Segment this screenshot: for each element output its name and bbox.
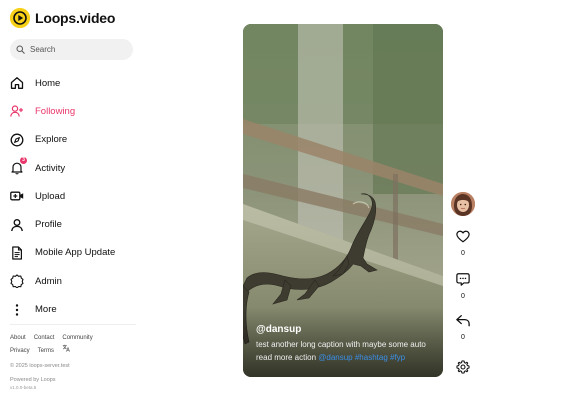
settings-action bbox=[449, 360, 477, 379]
caption-tags[interactable]: @dansup #hashtag #fyp bbox=[318, 353, 405, 362]
share-action: 0 bbox=[449, 314, 477, 341]
nav-item-activity[interactable]: 3 Activity bbox=[10, 154, 136, 182]
nav-item-mobile-app-update[interactable]: Mobile App Update bbox=[10, 239, 136, 267]
footer-link-community[interactable]: Community bbox=[62, 335, 92, 341]
comment-count: 0 bbox=[461, 293, 465, 300]
home-icon bbox=[10, 76, 24, 90]
nav-label: Profile bbox=[35, 219, 62, 231]
search-icon bbox=[16, 41, 25, 59]
comment-icon[interactable] bbox=[456, 272, 470, 291]
footer-link-privacy[interactable]: Privacy bbox=[10, 348, 30, 354]
nav-label: Mobile App Update bbox=[35, 247, 116, 259]
loops-logo-icon bbox=[10, 8, 30, 28]
nav-item-admin[interactable]: Admin bbox=[10, 267, 136, 295]
nav-label: Following bbox=[35, 105, 76, 117]
video-author[interactable]: @dansup bbox=[256, 324, 301, 335]
version-text: v1.0.0-beta.5 bbox=[10, 385, 37, 390]
nav-item-more[interactable]: More bbox=[10, 295, 136, 323]
author-avatar[interactable] bbox=[451, 192, 475, 216]
footer-links: About Contact Community Privacy Terms bbox=[10, 333, 140, 357]
nav-item-profile[interactable]: Profile bbox=[10, 210, 136, 238]
compass-icon bbox=[10, 133, 24, 147]
user-icon bbox=[10, 218, 24, 232]
nav-label: Admin bbox=[35, 275, 62, 287]
sidebar: Loops.video Home Following Explore bbox=[0, 0, 140, 401]
comment-action: 0 bbox=[449, 272, 477, 300]
user-plus-icon bbox=[10, 104, 24, 118]
nav-label: Upload bbox=[35, 190, 66, 202]
like-action: 0 bbox=[449, 230, 477, 257]
video-plus-icon bbox=[10, 189, 24, 203]
nav-menu: Home Following Explore 3 Activity Upload… bbox=[10, 69, 136, 324]
copyright-text: © 2025 loops-server.test bbox=[10, 363, 70, 369]
footer-link-contact[interactable]: Contact bbox=[34, 335, 55, 341]
share-count: 0 bbox=[461, 334, 465, 341]
nav-item-explore[interactable]: Explore bbox=[10, 126, 136, 154]
search-box[interactable] bbox=[10, 39, 133, 60]
heart-icon[interactable] bbox=[456, 230, 470, 248]
video-player[interactable]: @dansup test another long caption with m… bbox=[243, 24, 443, 377]
nav-label: Activity bbox=[35, 162, 66, 174]
document-icon bbox=[10, 246, 24, 260]
search-input[interactable] bbox=[30, 45, 125, 54]
nav-label: Home bbox=[35, 77, 61, 89]
video-caption: test another long caption with maybe som… bbox=[256, 338, 436, 364]
notification-badge: 3 bbox=[20, 157, 27, 165]
nav-item-home[interactable]: Home bbox=[10, 69, 136, 97]
share-reply-icon[interactable] bbox=[456, 314, 470, 332]
footer-link-about[interactable]: About bbox=[10, 335, 26, 341]
translate-icon[interactable] bbox=[62, 344, 70, 357]
app-name: Loops.video bbox=[35, 10, 116, 26]
nav-label: Explore bbox=[35, 134, 68, 146]
nav-item-following[interactable]: Following bbox=[10, 97, 136, 125]
gear-icon[interactable] bbox=[456, 360, 470, 379]
powered-by-text: Powered by Loops bbox=[10, 377, 56, 383]
bell-icon: 3 bbox=[10, 157, 27, 175]
admin-badge-icon bbox=[10, 274, 24, 289]
logo[interactable]: Loops.video bbox=[10, 8, 115, 28]
nav-item-upload[interactable]: Upload bbox=[10, 182, 136, 210]
footer-link-terms[interactable]: Terms bbox=[38, 348, 54, 354]
like-count: 0 bbox=[461, 250, 465, 257]
more-vertical-icon bbox=[10, 303, 24, 317]
sidebar-divider bbox=[10, 324, 136, 325]
nav-label: More bbox=[35, 304, 57, 316]
